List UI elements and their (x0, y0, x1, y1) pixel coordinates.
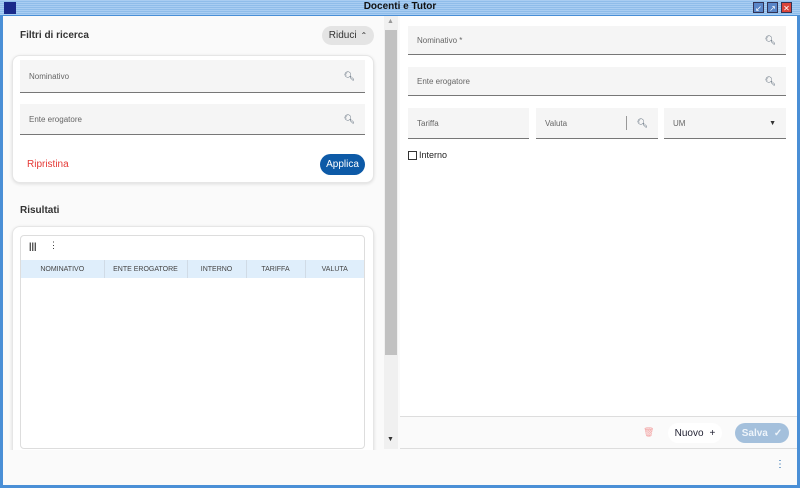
window-title: Docenti e Tutor (363, 1, 437, 12)
title-bar: Docenti e Tutor ↙ ↗ ✕ (0, 0, 800, 16)
scroll-thumb[interactable] (385, 30, 397, 355)
check-icon: ✓ (773, 427, 783, 439)
maximize-icon[interactable]: ↗ (767, 2, 778, 13)
um-select[interactable]: UM ▼ (664, 108, 786, 139)
save-label: Salva (741, 427, 768, 439)
valuta-label: Valuta (545, 118, 568, 128)
col-ente-erogatore[interactable]: ENTE EROGATORE (104, 260, 188, 278)
search-icon[interactable]: 🔍︎ (765, 76, 776, 87)
delete-icon[interactable]: 🗑︎ (643, 427, 654, 438)
results-table: NOMINATIVO ENTE EROGATORE INTERNO TARIFF… (21, 260, 364, 278)
dropdown-arrow-icon[interactable]: ▼ (769, 120, 776, 127)
search-icon[interactable]: 🔍︎ (344, 71, 355, 82)
nominativo-search-input[interactable]: Nominativo 🔍︎ (20, 60, 365, 93)
col-valuta[interactable]: VALUTA (305, 260, 364, 278)
collapse-label: Riduci (328, 30, 357, 41)
new-label: Nuovo (674, 427, 704, 439)
minimize-icon[interactable]: ↙ (753, 2, 764, 13)
tariffa-input[interactable]: Tariffa (408, 108, 529, 139)
search-icon[interactable]: 🔍︎ (765, 35, 776, 46)
divider (626, 116, 627, 130)
ente-search-input[interactable]: Ente erogatore 🔍︎ (20, 104, 365, 135)
results-title: Risultati (20, 205, 60, 216)
nominativo-placeholder: Nominativo (29, 71, 70, 81)
col-tariffa[interactable]: TARIFFA (246, 260, 306, 278)
results-grid: ||| ⋮ NOMINATIVO ENTE EROGATORE INTERNO … (20, 235, 365, 449)
interno-checkbox[interactable] (408, 151, 417, 160)
scroll-down-icon[interactable]: ▼ (387, 436, 394, 443)
nominativo-label: Nominativo * (417, 35, 463, 45)
col-interno[interactable]: INTERNO (187, 260, 247, 278)
plus-icon: + (709, 427, 716, 439)
scroll-up-icon[interactable]: ▲ (387, 18, 394, 25)
save-button[interactable]: Salva ✓ (735, 423, 789, 443)
ente-label: Ente erogatore (417, 76, 470, 86)
footer-bar (3, 450, 797, 484)
columns-icon[interactable]: ||| (29, 241, 37, 251)
col-nominativo[interactable]: NOMINATIVO (21, 260, 105, 278)
left-scrollbar[interactable]: ▲ ▼ (384, 16, 398, 449)
new-button[interactable]: Nuovo + (668, 423, 722, 443)
close-icon[interactable]: ✕ (781, 2, 792, 13)
search-icon[interactable]: 🔍︎ (637, 118, 648, 129)
um-label: UM (673, 118, 686, 128)
valuta-input[interactable]: Valuta 🔍︎ (536, 108, 658, 139)
table-header-row: NOMINATIVO ENTE EROGATORE INTERNO TARIFF… (21, 260, 364, 278)
ente-placeholder: Ente erogatore (29, 114, 82, 124)
chevron-up-icon: ⌃ (360, 31, 368, 40)
more-options-icon[interactable]: ⋮ (49, 240, 58, 251)
apply-button[interactable]: Applica (320, 154, 365, 175)
reset-button[interactable]: Ripristina (27, 159, 69, 170)
tariffa-label: Tariffa (417, 118, 439, 128)
search-icon[interactable]: 🔍︎ (344, 114, 355, 125)
filters-title: Filtri di ricerca (20, 30, 89, 41)
ente-erogatore-input[interactable]: Ente erogatore 🔍︎ (408, 67, 786, 96)
interno-label: Interno (419, 150, 448, 160)
nominativo-input[interactable]: Nominativo * 🔍︎ (408, 26, 786, 55)
collapse-button[interactable]: Riduci ⌃ (322, 26, 374, 45)
more-options-icon[interactable]: ⋮ (775, 459, 785, 470)
